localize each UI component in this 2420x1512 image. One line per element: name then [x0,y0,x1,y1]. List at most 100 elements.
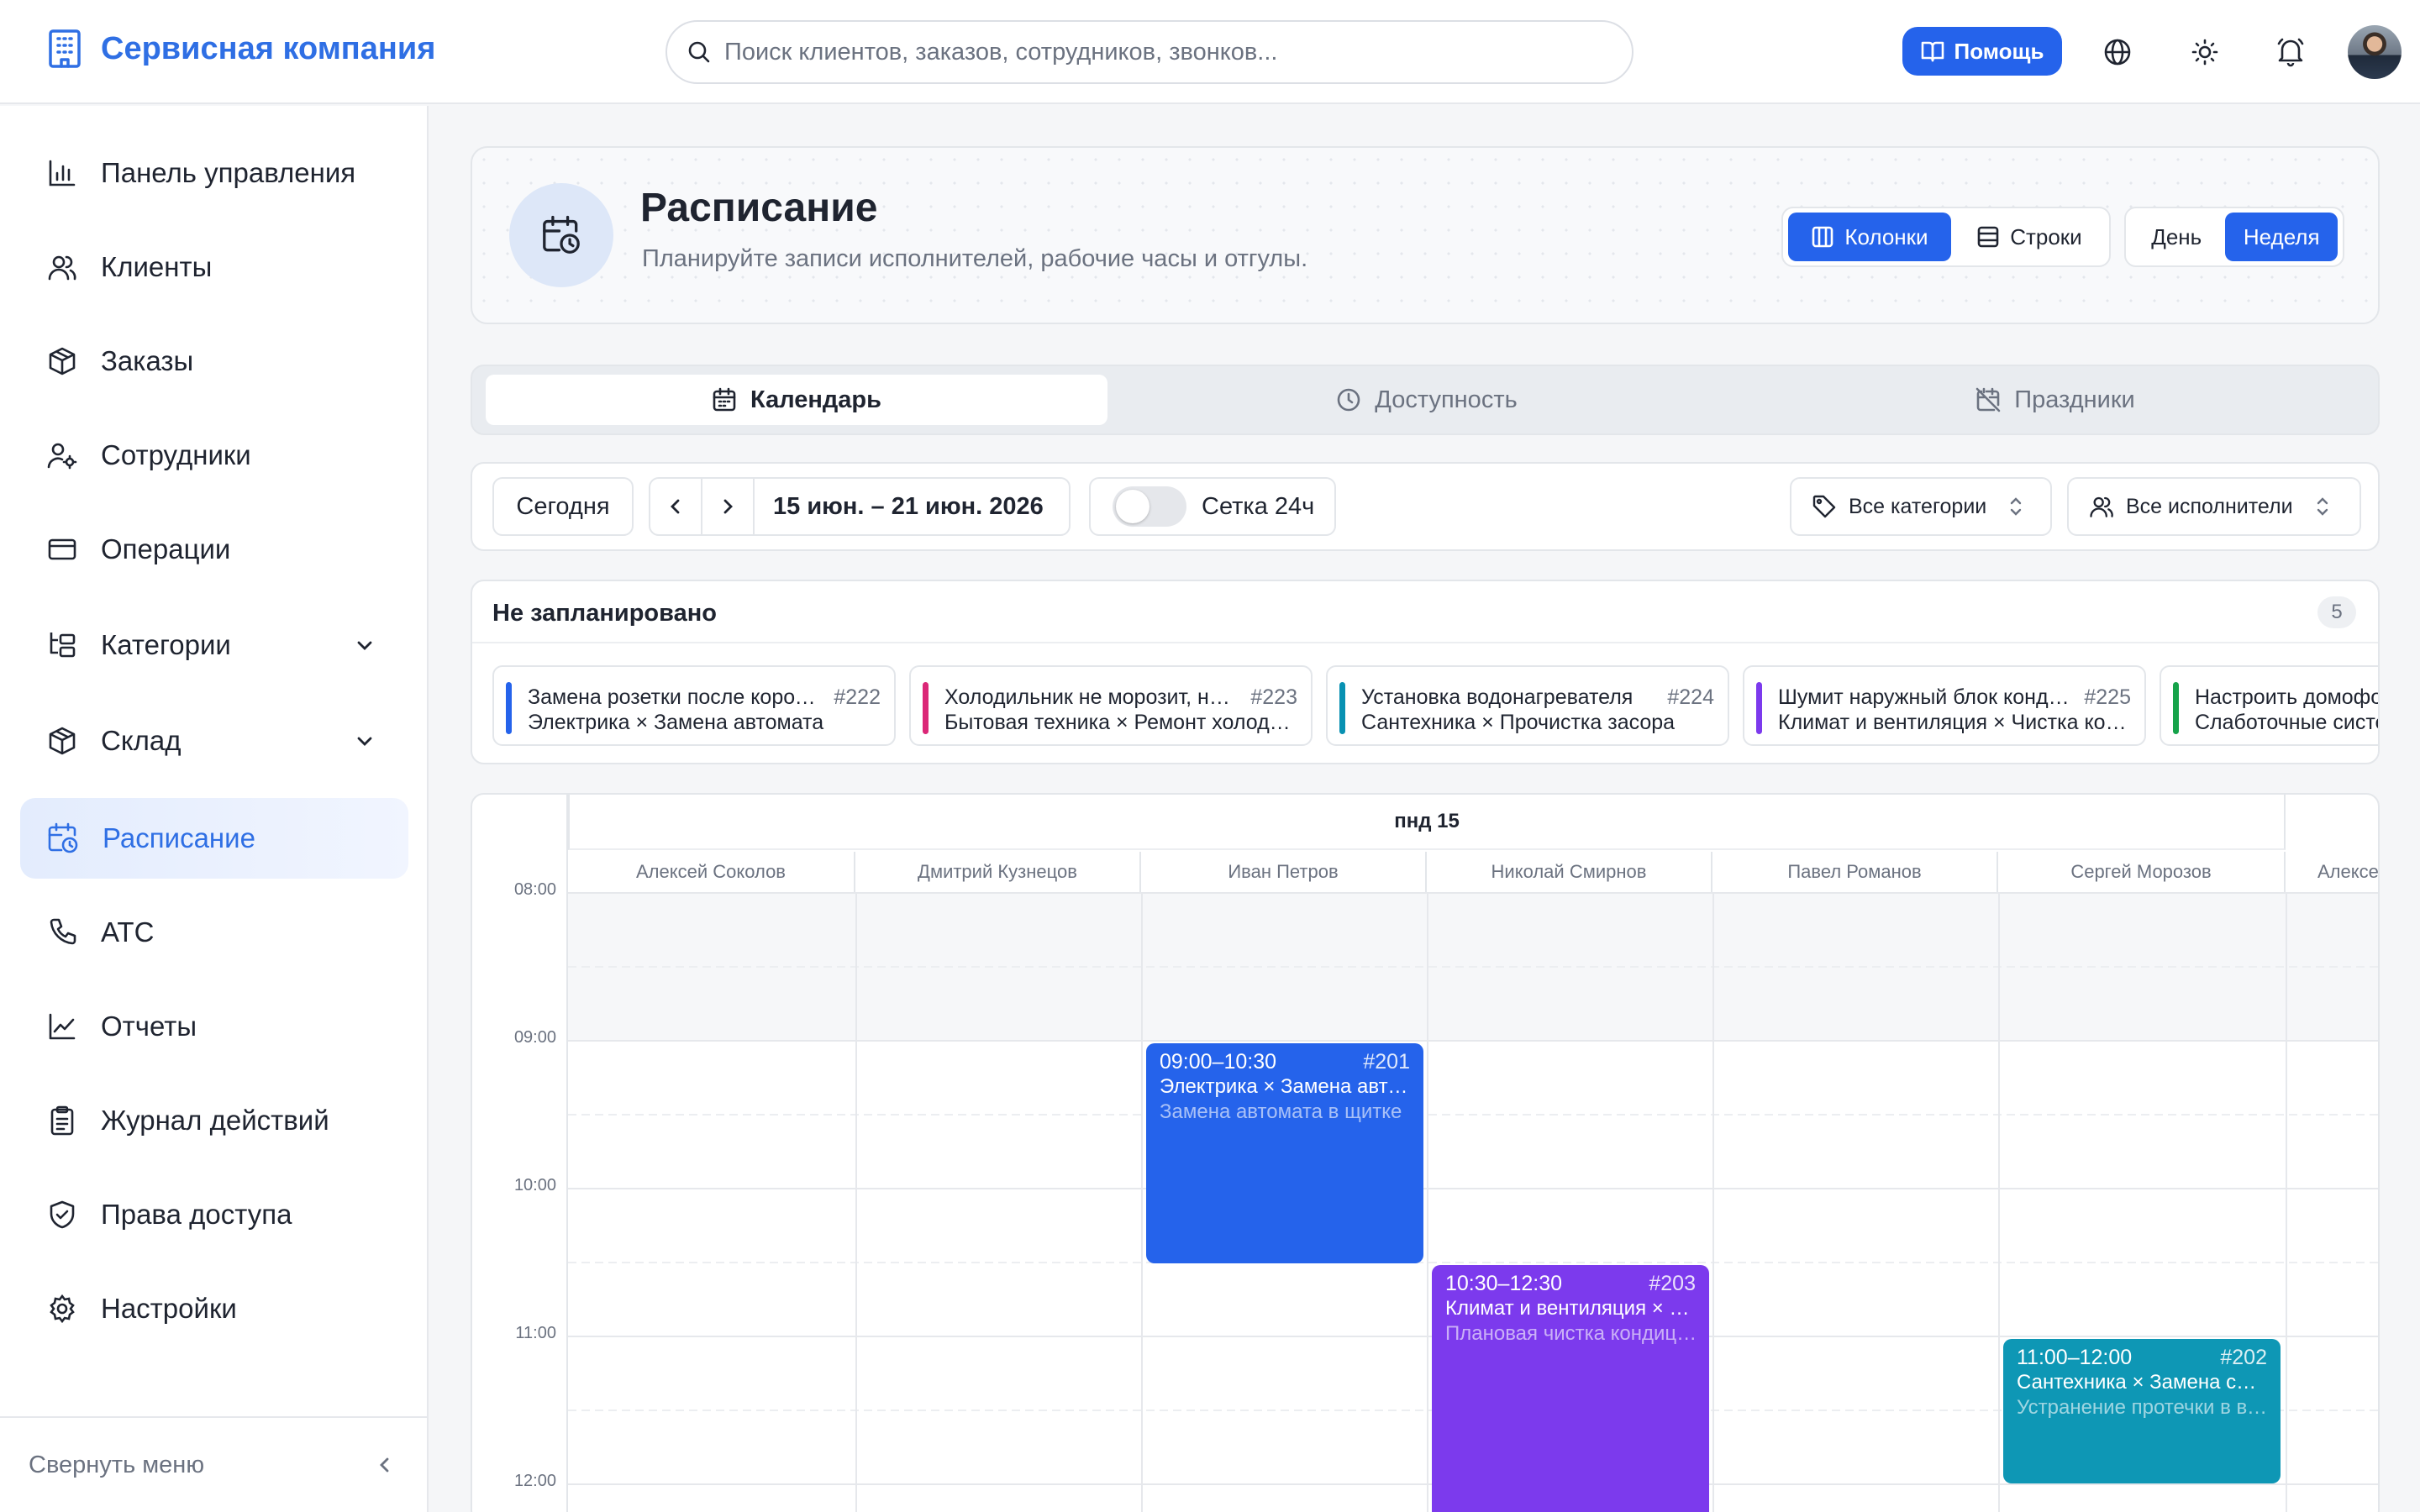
sidebar-item-orders[interactable]: Заказы [20,321,408,402]
next-week-button[interactable] [702,479,755,534]
brand[interactable]: Сервисная компания [47,29,435,69]
columns-button[interactable]: Колонки [1788,213,1951,261]
column-divider [2286,892,2287,1512]
chevrons-up-down-icon [2315,496,2330,517]
chevron-left-icon [668,497,683,516]
search-box[interactable] [666,20,1634,84]
avatar[interactable] [2348,25,2402,79]
column-divider [1141,892,1143,1512]
tab-availability[interactable]: Доступность [1116,375,1738,425]
sidebar-item-access-rights[interactable]: Права доступа [20,1174,408,1255]
collapse-menu-label: Свернуть меню [29,1451,205,1478]
sidebar-item-label: Склад [101,725,182,756]
schedule-calendar: 08:00 09:00 10:00 11:00 12:00 пнд 15 Але… [471,793,2380,1512]
sidebar-item-label: Категории [101,629,231,660]
category-filter[interactable]: Все категории [1790,477,2052,536]
half-hour-line [568,966,2378,968]
column-divider [855,892,857,1512]
date-range-label[interactable]: 15 июн. – 21 июн. 2026 [755,493,1044,521]
help-button-label: Помощь [1954,38,2044,64]
sun-icon[interactable] [2186,34,2223,71]
card-number: #225 [2084,685,2131,709]
card-subtitle: Слаботочные системы [2195,711,2378,734]
time-column: 08:00 09:00 10:00 11:00 12:00 [472,795,568,1512]
column-divider [1998,892,2000,1512]
sidebar-item-schedule[interactable]: Расписание [20,798,408,879]
sidebar-item-dashboard[interactable]: Панель управления [20,133,408,213]
chevron-down-icon[interactable] [355,731,375,751]
collapse-menu-button[interactable]: Свернуть меню [0,1416,427,1512]
package-icon [47,726,77,756]
unplanned-card[interactable]: Замена розетки после короткого замыкания… [492,665,896,746]
rows-button[interactable]: Строки [1954,213,2104,261]
layout-toggle: Колонки Строки [1781,207,2111,267]
unplanned-title: Не запланировано [492,600,717,627]
event-description: Плановая чистка кондиционера [1445,1322,1697,1345]
period-toggle: День Неделя [2124,207,2344,267]
rows-icon [1976,225,2000,249]
unplanned-card[interactable]: Холодильник не морозит, нужна диагностик… [909,665,1313,746]
time-label: 12:00 [513,1472,556,1490]
sidebar-item-label: Отчеты [101,1011,197,1042]
card-title: Замена розетки после короткого замыкания [528,685,822,709]
user-cog-icon [47,440,77,470]
schedule-event[interactable]: 11:00–12:00 #202 Сантехника × Замена сме… [2003,1339,2281,1483]
page-subtitle: Планируйте записи исполнителей, рабочие … [642,245,1308,272]
tab-calendar[interactable]: Календарь [486,375,1107,425]
line-chart-icon [47,1011,77,1042]
clock-icon [1336,387,1361,412]
help-button[interactable]: Помощь [1902,27,2062,76]
chevron-left-icon [376,1455,393,1475]
sidebar-item-label: Сотрудники [101,439,251,470]
sidebar-item-operations[interactable]: Операции [20,509,408,590]
sidebar-item-reports[interactable]: Отчеты [20,986,408,1067]
package-icon [47,346,77,376]
unplanned-card[interactable]: Установка водонагревателя #224 Сантехник… [1326,665,1729,746]
today-button[interactable]: Сегодня [492,477,634,536]
grid-24h-toggle[interactable]: Сетка 24ч [1089,477,1336,536]
calendar-off-icon [1975,387,2001,412]
sidebar-item-pbx[interactable]: АТС [20,892,408,973]
search-input[interactable] [724,38,1598,66]
chevron-right-icon [720,497,735,516]
shield-check-icon [47,1200,77,1230]
assignee-column-header: Сергей Морозов [1998,852,2286,892]
week-button[interactable]: Неделя [2225,213,2338,261]
chevron-down-icon[interactable] [355,635,375,655]
assignee-column-header: Алексей [2317,861,2379,882]
sidebar-item-clients[interactable]: Клиенты [20,227,408,307]
day-button[interactable]: День [2131,213,2222,261]
phone-icon [47,917,77,948]
event-title: Сантехника × Замена смесителя [2017,1371,2269,1394]
sidebar-item-activity-log[interactable]: Журнал действий [20,1080,408,1161]
bell-icon[interactable] [2272,34,2309,71]
sidebar-item-label: Настройки [101,1293,237,1324]
sidebar-item-label: Заказы [101,345,194,376]
sidebar-item-categories[interactable]: Категории [20,605,408,685]
assignee-filter[interactable]: Все исполнители [2067,477,2361,536]
gear-icon [47,1294,77,1324]
assignee-filter-label: Все исполнители [2126,494,2293,518]
category-color-bar [1339,682,1345,734]
sidebar-item-employees[interactable]: Сотрудники [20,415,408,496]
globe-icon[interactable] [2099,34,2136,71]
assignee-column-header: Алексей Соколов [568,852,855,892]
unplanned-card[interactable]: Настроить домофон Слаботочные системы [2160,665,2378,746]
prev-week-button[interactable] [650,479,702,534]
schedule-event[interactable]: 09:00–10:30 #201 Электрика × Замена авто… [1146,1043,1423,1263]
schedule-event[interactable]: 10:30–12:30 #203 Климат и вентиляция × Ч… [1432,1265,1709,1512]
page-header: Расписание Планируйте записи исполнителе… [471,146,2380,324]
time-label: 10:00 [513,1176,556,1194]
sidebar-item-warehouse[interactable]: Склад [20,701,408,781]
tab-holidays[interactable]: Праздники [1744,375,2366,425]
card-title: Холодильник не морозит, нужна диагностик… [944,685,1239,709]
sidebar-item-label: Права доступа [101,1199,292,1230]
card-number: #222 [834,685,881,709]
chevrons-up-down-icon [2008,496,2023,517]
unplanned-card[interactable]: Шумит наружный блок кондиционера #225 Кл… [1743,665,2146,746]
unplanned-count-badge: 5 [2317,596,2356,628]
sidebar-item-settings[interactable]: Настройки [20,1268,408,1349]
category-color-bar [923,682,929,734]
calendar-clock-icon [509,183,613,287]
grid-24h-switch[interactable] [1113,486,1186,527]
